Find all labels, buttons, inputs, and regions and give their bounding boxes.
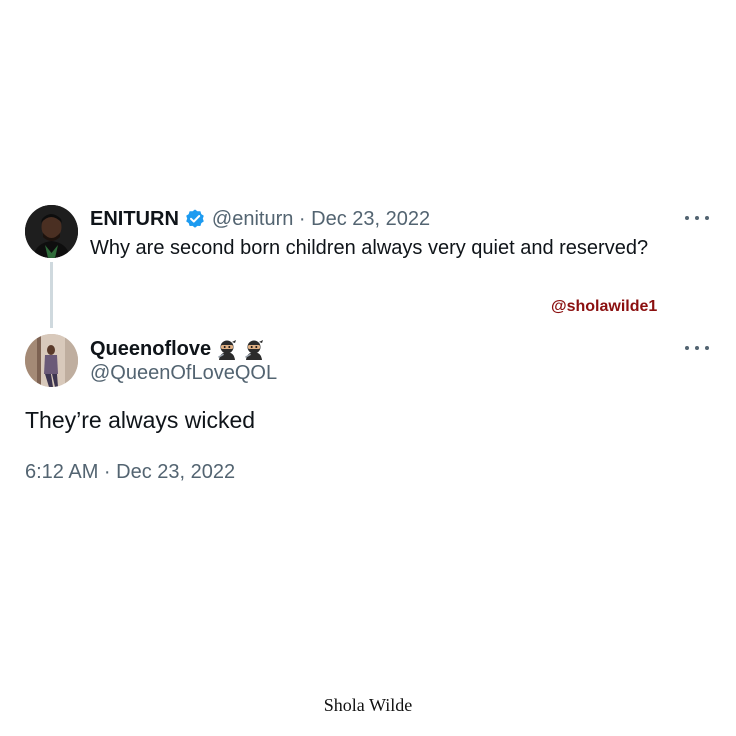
thread-connector-line xyxy=(50,262,53,328)
signature-text: Shola Wilde xyxy=(323,695,413,715)
watermark-handle: @sholawilde1 xyxy=(551,298,658,315)
reply-tweet-header: Queenoflove xyxy=(90,336,265,362)
more-horizontal-icon[interactable] xyxy=(685,214,709,222)
verified-badge-icon xyxy=(184,208,206,230)
reply-timestamp[interactable]: 6:12 AM · Dec 23, 2022 xyxy=(25,461,235,484)
more-dot xyxy=(705,346,709,350)
more-dot xyxy=(695,216,699,220)
ninja-emoji-icon xyxy=(243,338,265,360)
more-dot xyxy=(695,346,699,350)
ninja-emoji-icon xyxy=(216,338,238,360)
reply-handle[interactable]: @QueenOfLoveQOL xyxy=(90,362,277,385)
parent-display-name[interactable]: ENITURN xyxy=(90,208,179,231)
parent-tweet-text: Why are second born children always very… xyxy=(90,237,649,259)
parent-date[interactable]: Dec 23, 2022 xyxy=(311,208,430,231)
more-horizontal-icon[interactable] xyxy=(685,344,709,352)
separator-dot: · xyxy=(298,207,306,230)
reply-tweet-text: They’re always wicked xyxy=(25,407,256,433)
reply-avatar-image xyxy=(25,334,78,387)
reply-display-name[interactable]: Queenoflove xyxy=(90,338,211,361)
more-dot xyxy=(685,346,689,350)
meta-separator: · xyxy=(293,208,311,231)
tweet-screenshot: ENITURN @eniturn · Dec 23, 2022 Why are … xyxy=(0,0,736,736)
parent-handle[interactable]: @eniturn xyxy=(212,208,293,231)
parent-tweet-header: ENITURN @eniturn · Dec 23, 2022 xyxy=(90,205,430,233)
parent-avatar[interactable] xyxy=(25,205,78,258)
parent-avatar-image xyxy=(25,205,78,258)
more-dot xyxy=(705,216,709,220)
reply-avatar[interactable] xyxy=(25,334,78,387)
more-dot xyxy=(685,216,689,220)
